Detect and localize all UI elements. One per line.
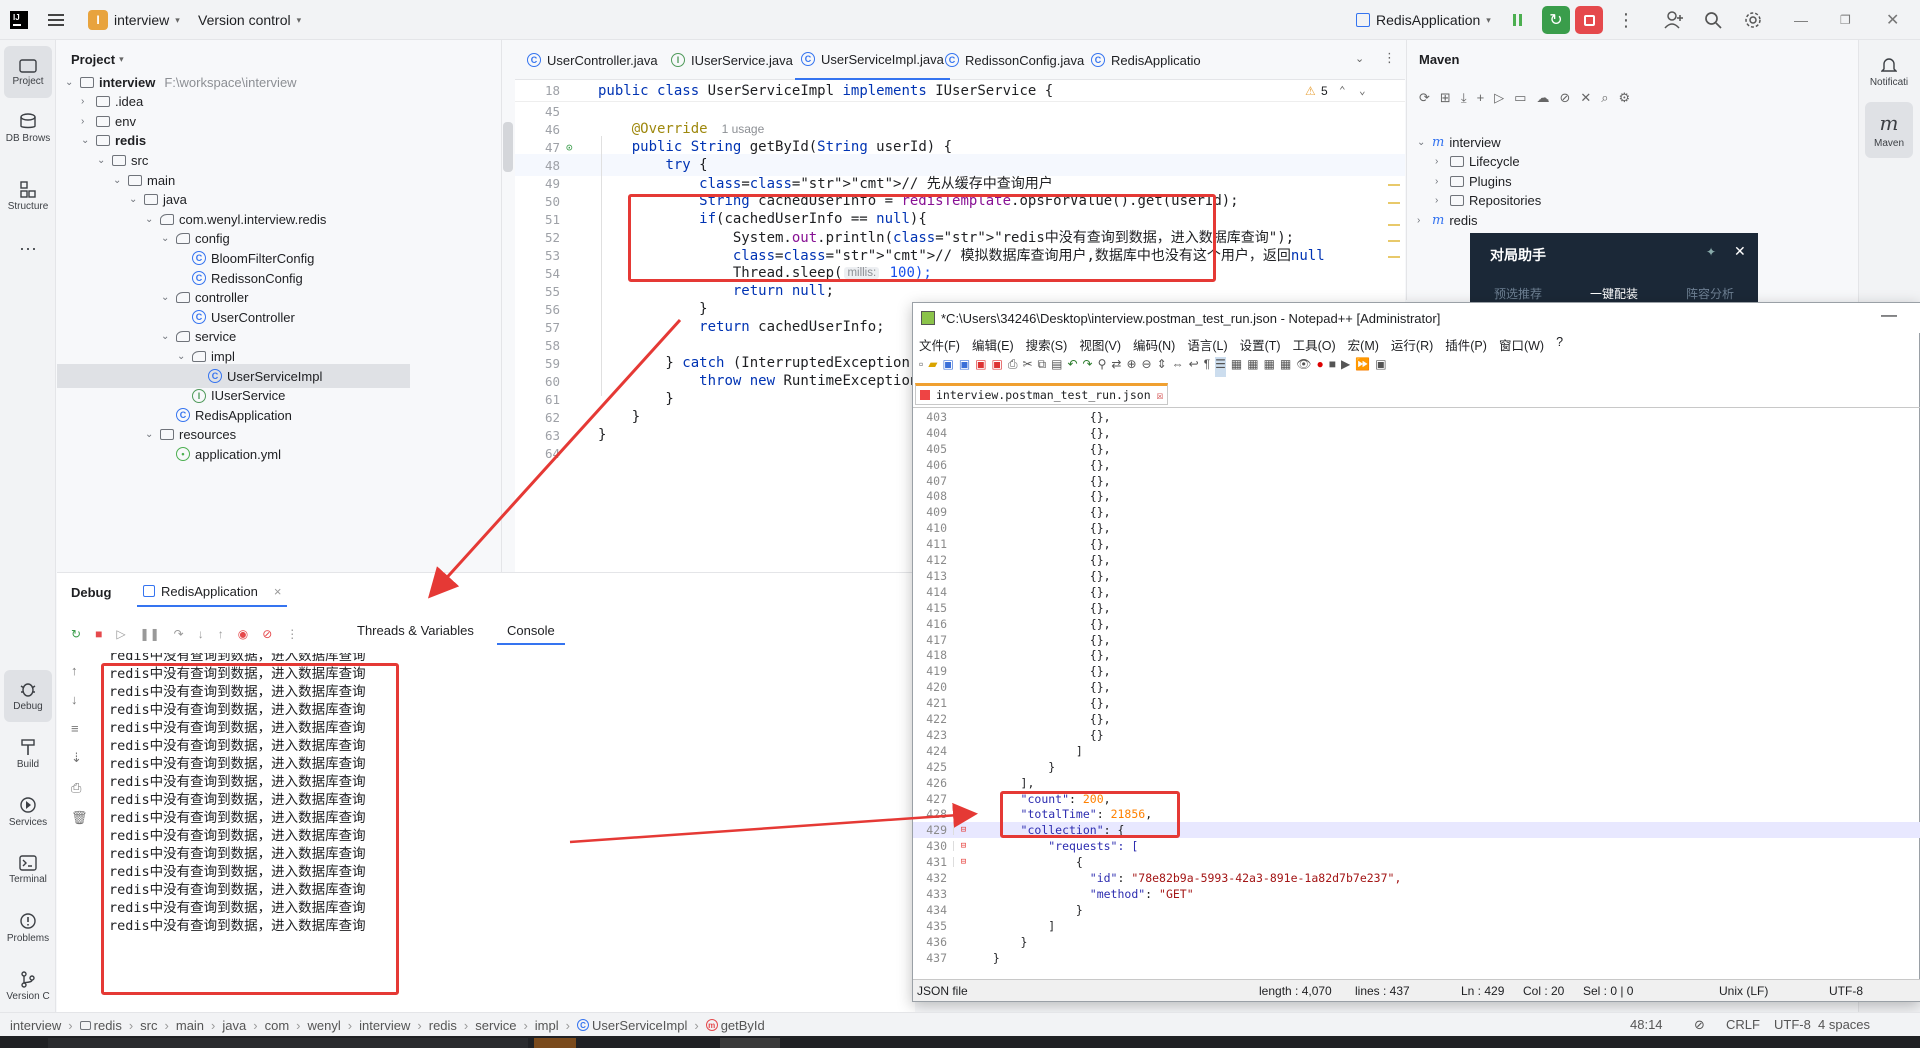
breadcrumb-label: wenyl (307, 1017, 341, 1033)
os-taskbar (0, 1036, 1920, 1048)
breadcrumb-label: src (140, 1017, 158, 1033)
folder-icon (79, 1020, 91, 1030)
breadcrumb-item[interactable]: com (265, 1018, 290, 1033)
breadcrumb-item[interactable]: C UserServiceImpl (576, 1017, 688, 1033)
chevron-right-icon: › (296, 1017, 301, 1033)
taskbar-search[interactable] (48, 1038, 528, 1048)
chevron-right-icon: › (463, 1017, 469, 1033)
breadcrumb-label: getById (720, 1017, 765, 1033)
breadcrumb-label: java (222, 1017, 247, 1033)
breadcrumb-label: UserServiceImpl (591, 1017, 688, 1033)
chevron-right-icon: › (694, 1017, 699, 1033)
breadcrumb-item[interactable]: service (475, 1018, 516, 1033)
breadcrumb-label: redis (93, 1017, 122, 1033)
breadcrumb-label: service (475, 1017, 517, 1033)
chevron-right-icon: › (347, 1017, 353, 1033)
arrow-console-to-json (569, 802, 978, 844)
breadcrumb-item[interactable]: wenyl (308, 1018, 341, 1033)
ide-status-bar: interview › redis › src › main › java › com › wenyl ›… (0, 1012, 1920, 1036)
breadcrumb-item[interactable]: main (176, 1018, 204, 1033)
breadcrumb-item[interactable]: java (222, 1018, 246, 1033)
method-icon: m (705, 1019, 718, 1031)
chevron-right-icon: › (211, 1017, 216, 1033)
breadcrumb-label: main (175, 1017, 205, 1033)
line-separator[interactable]: CRLF (1726, 1017, 1760, 1032)
chevron-right-icon: › (523, 1017, 528, 1033)
breadcrumb-label: com (264, 1017, 290, 1033)
breadcrumb: interview › redis › src › main › java › com › wenyl ›… (10, 1013, 765, 1037)
chevron-right-icon: › (164, 1017, 169, 1033)
class-icon: C (576, 1019, 589, 1031)
breadcrumb-item[interactable]: interview (10, 1018, 61, 1033)
arrow-code-to-console (427, 318, 682, 599)
taskbar-app[interactable] (534, 1038, 576, 1048)
caret-position[interactable]: 48:14 (1630, 1017, 1663, 1032)
breadcrumb-label: impl (534, 1017, 559, 1033)
chevron-right-icon: › (128, 1017, 134, 1033)
breadcrumb-item[interactable]: interview (359, 1018, 410, 1033)
breadcrumb-item[interactable]: redis (429, 1018, 457, 1033)
chevron-right-icon: › (68, 1017, 73, 1033)
breadcrumb-item[interactable]: m getById (705, 1017, 765, 1033)
breadcrumb-item[interactable]: src (140, 1018, 157, 1033)
chevron-right-icon: › (253, 1017, 258, 1033)
breadcrumb-label: redis (428, 1017, 457, 1033)
breadcrumb-label: interview (359, 1017, 411, 1033)
breadcrumb-item[interactable]: redis (79, 1017, 122, 1033)
no-inspections-icon[interactable]: ⊘ (1694, 1017, 1705, 1033)
indent-setting[interactable]: 4 spaces (1818, 1017, 1870, 1032)
chevron-right-icon: › (565, 1017, 570, 1033)
file-encoding[interactable]: UTF-8 (1774, 1017, 1811, 1032)
taskbar-app[interactable] (720, 1038, 780, 1048)
breadcrumb-item[interactable]: impl (535, 1018, 559, 1033)
chevron-right-icon: › (417, 1017, 422, 1033)
annotation-arrows (427, 318, 978, 844)
breadcrumb-label: interview (10, 1017, 62, 1033)
